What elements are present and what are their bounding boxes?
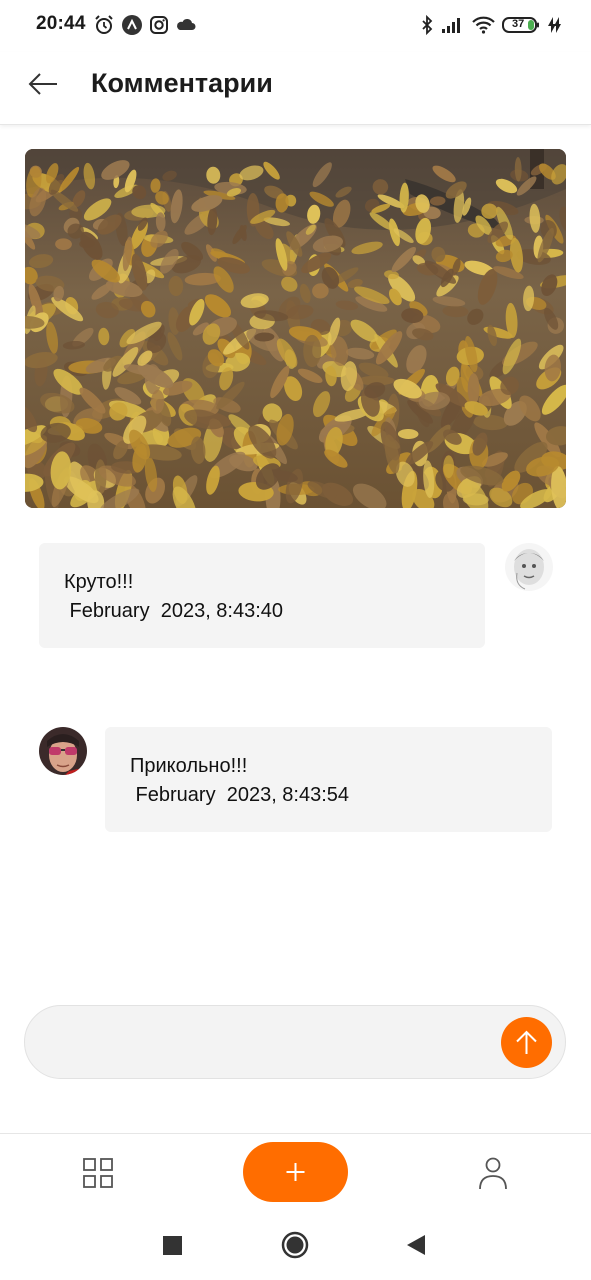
status-time: 20:44 <box>36 13 86 34</box>
add-post-button[interactable] <box>243 1142 348 1202</box>
avatar[interactable] <box>505 543 553 591</box>
post-photo[interactable] <box>25 149 566 508</box>
comment-date: February 2023, 8:43:54 <box>130 784 350 806</box>
plus-icon <box>286 1163 305 1181</box>
comment-input-bar <box>24 1005 566 1079</box>
alarm-icon <box>93 14 115 36</box>
nav-home-button[interactable] <box>82 1157 114 1189</box>
comment-input[interactable] <box>49 1020 493 1066</box>
arrow-up-icon <box>516 1030 537 1054</box>
cloud-icon <box>175 14 197 36</box>
comment-text: Прикольно!!! <box>130 755 248 777</box>
home-button[interactable] <box>281 1231 309 1259</box>
leaf-shape <box>467 373 480 405</box>
autumn-leaves-photo <box>25 149 566 508</box>
bluetooth-icon <box>416 14 438 36</box>
wifi-icon <box>471 14 496 36</box>
arrow-left-icon <box>28 73 57 95</box>
back-nav-button[interactable] <box>406 1234 426 1256</box>
page-title: Комментарии <box>91 68 273 98</box>
signal-icon <box>440 14 464 36</box>
recent-apps-button[interactable] <box>163 1236 182 1255</box>
nav-profile-button[interactable] <box>477 1156 509 1190</box>
leaf-shape <box>303 334 322 368</box>
send-button[interactable] <box>501 1017 552 1068</box>
user-icon <box>479 1157 507 1190</box>
back-button[interactable] <box>22 66 62 102</box>
comment-text: Круто!!! <box>64 571 134 593</box>
avatar[interactable] <box>39 727 87 775</box>
app-header: Комментарии <box>0 52 591 125</box>
system-nav-bar <box>0 1209 591 1280</box>
status-bar: 20:44 37 <box>0 0 591 52</box>
comment-bubble: Круто!!! February 2023, 8:43:40 <box>39 543 485 648</box>
triangle-back-icon <box>407 1235 425 1255</box>
square-icon <box>163 1236 182 1255</box>
bottom-nav <box>0 1133 591 1210</box>
circle-icon <box>281 1231 309 1259</box>
grid-icon <box>83 1158 113 1188</box>
leaf-shape <box>443 455 455 479</box>
instagram-icon <box>148 14 170 36</box>
app-logo-icon <box>121 14 143 36</box>
charging-icon <box>544 14 562 36</box>
battery-level: 37 <box>512 18 525 30</box>
comment-bubble: Прикольно!!! February 2023, 8:43:54 <box>105 727 552 832</box>
comment-date: February 2023, 8:43:40 <box>64 600 284 622</box>
